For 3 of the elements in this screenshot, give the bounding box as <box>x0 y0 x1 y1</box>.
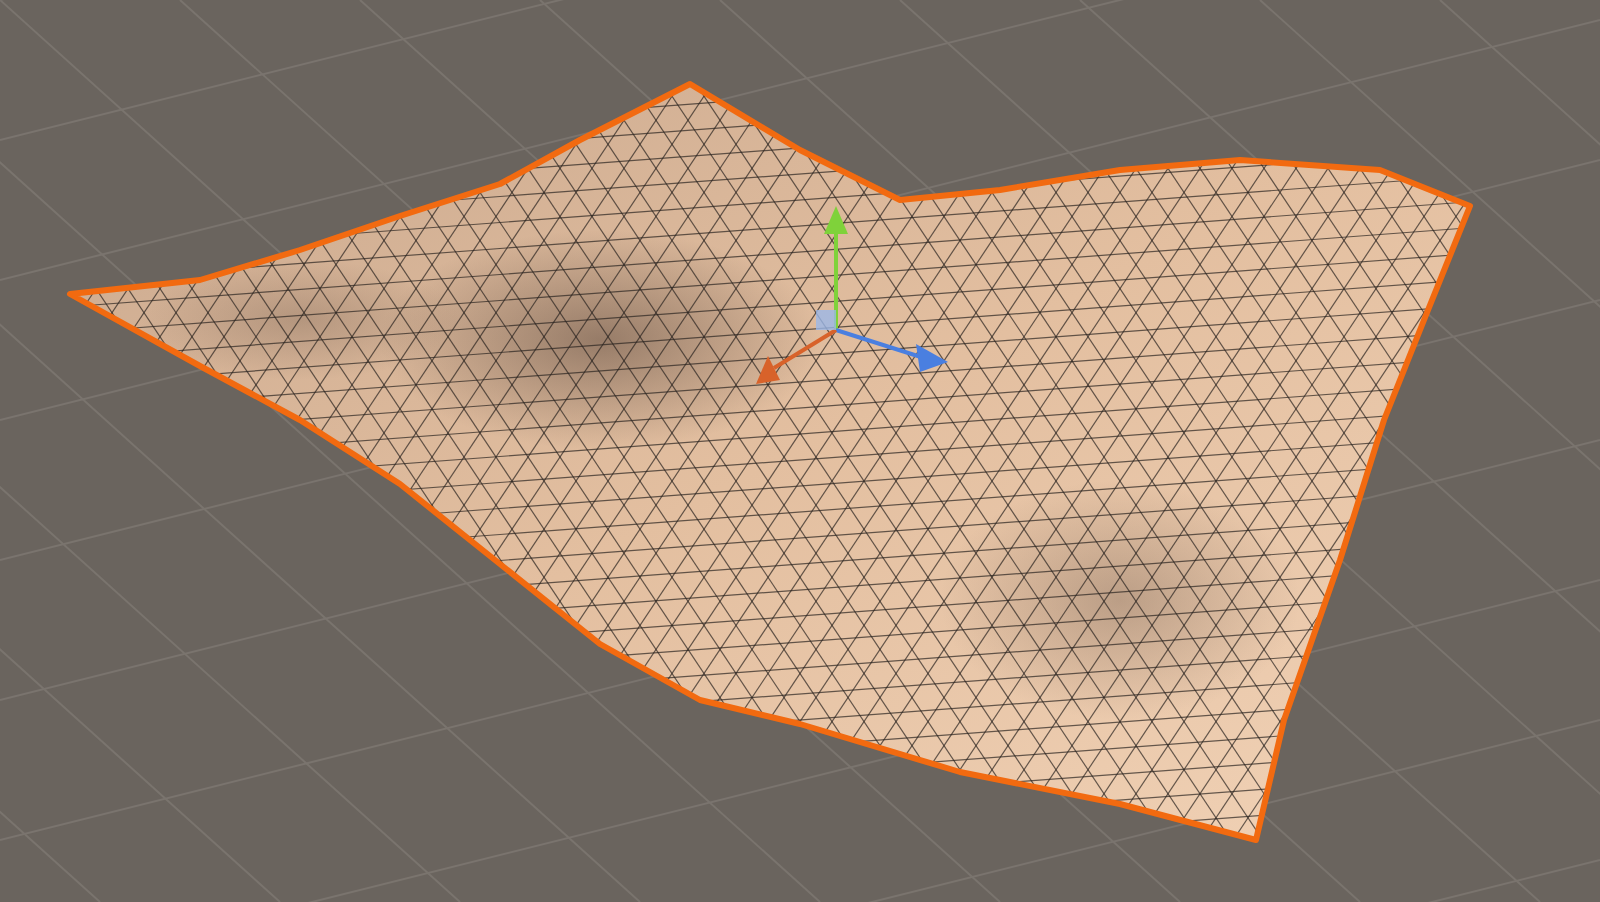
scene-viewport[interactable] <box>0 0 1600 902</box>
terrain-mesh-drawing[interactable] <box>67 81 1473 843</box>
move-gizmo-drawing[interactable] <box>756 206 948 384</box>
